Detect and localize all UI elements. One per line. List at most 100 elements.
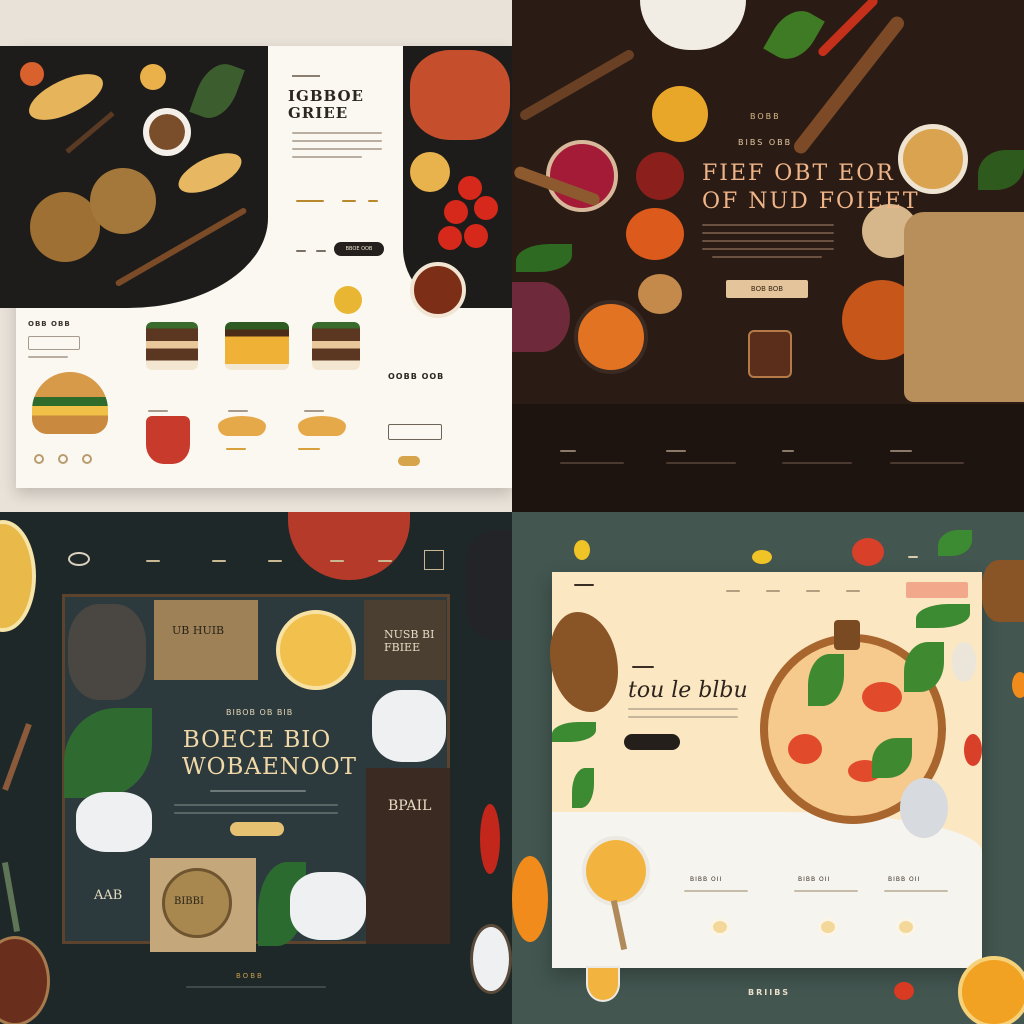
q4-cta-button[interactable] — [624, 734, 680, 750]
q3-nav-link[interactable] — [212, 560, 226, 562]
salt-bowl-icon — [470, 924, 512, 994]
pastry-icon — [218, 416, 266, 436]
q3-paper-badge — [154, 600, 258, 680]
q3-hero-title: BOECE BIO WOBAENOOT — [182, 727, 356, 781]
q4-nav-link[interactable] — [766, 590, 780, 592]
q3-body-text-line — [174, 804, 338, 806]
flour-pile-icon — [290, 872, 366, 940]
q3-badge2-line1: NUSB BI — [384, 628, 435, 641]
q4-feature-label-2: BIBB OII — [798, 876, 831, 883]
q1-small-tag[interactable] — [28, 336, 80, 350]
q2-footer-text-line[interactable] — [890, 462, 964, 464]
q2-kicker: BOBB — [750, 112, 781, 121]
q1-hero-title-line1: IGBBOE — [288, 87, 364, 105]
herb-leaf-icon — [938, 530, 972, 556]
spice-bowl-icon — [574, 300, 648, 374]
q1-item-caption — [148, 410, 168, 412]
q1-link-text[interactable] — [316, 250, 326, 252]
paper-bag-icon — [904, 212, 1024, 402]
q1-social-icon[interactable] — [58, 454, 68, 464]
strawberry-tart-icon — [146, 416, 190, 464]
q2-footer-text-line[interactable] — [666, 462, 736, 464]
q1-item-caption — [226, 448, 246, 450]
rice-bowl-icon — [640, 0, 746, 50]
q1-item-caption — [304, 410, 324, 412]
q3-nav-box-icon[interactable] — [424, 550, 444, 570]
herb-leaf-icon — [516, 244, 572, 272]
q4-feature-label-1: BIBB OII — [690, 876, 723, 883]
q4-feature-icon[interactable] — [818, 918, 838, 936]
q3-side-label1: BPAIL — [388, 798, 432, 814]
q1-body-text-line — [292, 148, 382, 150]
q3-nav-link[interactable] — [268, 560, 282, 562]
tomato-slice-icon — [862, 682, 902, 712]
q4-nav-cta-button[interactable] — [906, 582, 968, 598]
q3-body-text-line — [210, 790, 306, 792]
grater-icon — [900, 778, 948, 838]
q4-nav-link[interactable] — [908, 556, 918, 558]
garlic-clove-icon — [952, 642, 976, 682]
lemon-slice-icon — [0, 520, 36, 632]
wooden-spoon-icon — [518, 48, 636, 122]
spice-bowl-icon — [898, 124, 968, 194]
q4-nav-link[interactable] — [806, 590, 820, 592]
q1-link-text[interactable] — [296, 200, 324, 202]
q4-nav-link[interactable] — [726, 590, 740, 592]
q1-body-text-line — [292, 132, 382, 134]
spice-pile-icon — [626, 208, 684, 260]
q3-nav-link[interactable] — [146, 560, 160, 562]
q3-nav-link[interactable] — [330, 560, 344, 562]
q1-gold-button[interactable] — [398, 456, 420, 466]
scissors-icon[interactable] — [68, 552, 90, 566]
q1-link-text[interactable] — [342, 200, 356, 202]
salad-bowl-icon — [582, 836, 650, 906]
q4-feature-text-line — [794, 890, 858, 892]
q2-cta-button[interactable]: BOB BOB — [726, 280, 808, 298]
quadrant-grain-site: UB HUIB NUSB BI FBIEE BIBOB OB BIB BOECE… — [0, 512, 512, 1024]
tomato-slice-icon — [788, 734, 822, 764]
q3-kicker: BIBOB OB BIB — [226, 708, 294, 717]
fork-icon — [834, 620, 860, 650]
q1-outline-button[interactable] — [388, 424, 442, 440]
layer-cake-icon — [312, 322, 360, 370]
spice-pile-icon — [652, 86, 708, 142]
mini-pasta-cup-icon — [586, 966, 620, 1002]
orange-slice-icon — [958, 956, 1024, 1024]
bean-bowl-icon — [0, 936, 50, 1024]
spice-jar-icon — [748, 330, 792, 378]
q1-social-icon[interactable] — [82, 454, 92, 464]
q1-link-text[interactable] — [296, 250, 306, 252]
q2-body-text-line — [702, 248, 834, 250]
q4-brand-logo[interactable] — [574, 584, 594, 586]
q1-price-label: OOBB OOB — [388, 372, 445, 381]
rosemary-sprig-icon — [2, 723, 32, 791]
q4-feature-icon[interactable] — [710, 918, 730, 936]
tomato-icon — [894, 982, 914, 1000]
q2-footer-text-line[interactable] — [560, 462, 624, 464]
q1-social-icon[interactable] — [34, 454, 44, 464]
q4-footer-label: BRIIBS — [748, 988, 791, 997]
q1-link-text[interactable] — [368, 200, 378, 202]
q3-cta-button[interactable] — [230, 822, 284, 836]
q2-footer-text-line[interactable] — [782, 462, 852, 464]
q4-feature-icon[interactable] — [896, 918, 916, 936]
gold-coin-icon — [334, 286, 362, 314]
q2-body-text-line — [712, 256, 822, 258]
tomato-slice-icon — [20, 62, 44, 86]
tomato-icon — [458, 176, 482, 200]
q2-footer-band — [512, 404, 1024, 512]
q1-cta-button[interactable]: BBOE OOB — [334, 242, 384, 256]
watermelon-slice-icon — [852, 538, 884, 566]
q1-hero-title: IGBBOE GRIEE — [288, 88, 364, 122]
q3-side-tile — [366, 768, 450, 864]
cookie-icon — [90, 168, 156, 234]
tomato-icon — [438, 226, 462, 250]
q1-item-caption — [228, 410, 248, 412]
layer-cake-icon — [146, 322, 198, 370]
q4-nav-link[interactable] — [846, 590, 860, 592]
q4-body-text-line — [628, 708, 738, 710]
q3-nav-link[interactable] — [378, 560, 392, 562]
q2-hero-title-line1: FIEF OBT EOR — [702, 161, 895, 186]
q2-footer-heading — [782, 450, 794, 452]
nut-bowl-icon — [143, 108, 191, 156]
